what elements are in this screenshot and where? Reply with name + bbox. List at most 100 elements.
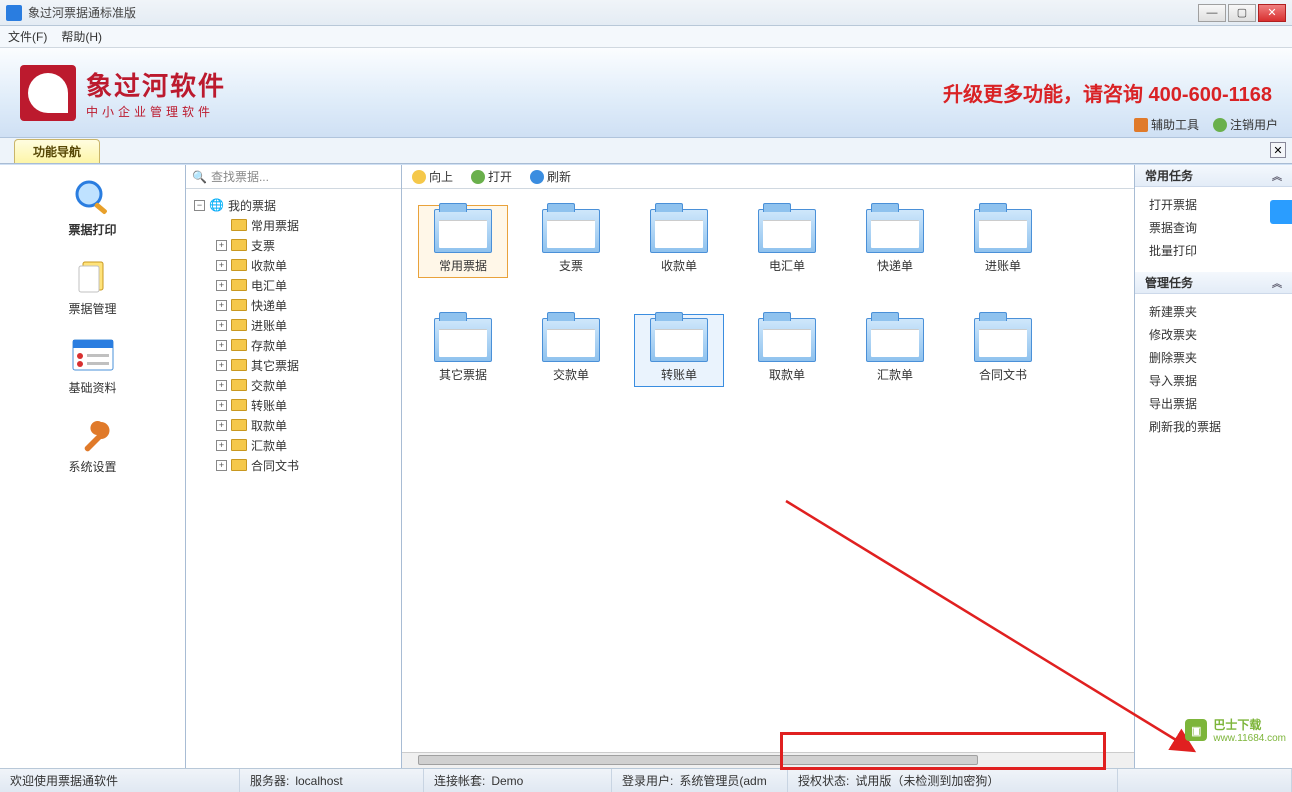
cmd-refresh[interactable]: 刷新 bbox=[530, 168, 571, 185]
tree-item[interactable]: +汇款单 bbox=[190, 435, 397, 455]
folder-item[interactable]: 合同文书 bbox=[958, 314, 1048, 387]
close-button[interactable]: ✕ bbox=[1258, 4, 1286, 22]
tree-item[interactable]: +取款单 bbox=[190, 415, 397, 435]
folder-item[interactable]: 常用票据 bbox=[418, 205, 508, 278]
wrench-icon bbox=[67, 414, 119, 454]
right-panel-item[interactable]: 删除票夹 bbox=[1135, 346, 1292, 369]
right-panel-item[interactable]: 导入票据 bbox=[1135, 369, 1292, 392]
right-panel-item[interactable]: 刷新我的票据 bbox=[1135, 415, 1292, 438]
folder-icon bbox=[231, 259, 247, 271]
right-panel-item[interactable]: 打开票据 bbox=[1135, 193, 1292, 216]
folder-icon bbox=[231, 339, 247, 351]
close-panel-button[interactable]: ✕ bbox=[1270, 142, 1286, 158]
up-icon bbox=[412, 170, 426, 184]
search-icon: 🔍 bbox=[192, 170, 207, 184]
folder-item[interactable]: 转账单 bbox=[634, 314, 724, 387]
folder-icon bbox=[866, 209, 924, 253]
brand-name: 象过河软件 bbox=[86, 66, 226, 103]
cmd-open[interactable]: 打开 bbox=[471, 168, 512, 185]
folder-item[interactable]: 收款单 bbox=[634, 205, 724, 278]
folder-icon bbox=[231, 399, 247, 411]
folder-item[interactable]: 电汇单 bbox=[742, 205, 832, 278]
status-license: 授权状态:试用版（未检测到加密狗） bbox=[788, 769, 1118, 792]
tree-item[interactable]: 常用票据 bbox=[190, 215, 397, 235]
left-nav-manage[interactable]: 票据管理 bbox=[0, 256, 185, 317]
right-panel-item[interactable]: 修改票夹 bbox=[1135, 323, 1292, 346]
tree-item[interactable]: +收款单 bbox=[190, 255, 397, 275]
folder-icon bbox=[758, 209, 816, 253]
folder-icon bbox=[231, 239, 247, 251]
folder-icon bbox=[231, 379, 247, 391]
minimize-button[interactable]: — bbox=[1198, 4, 1226, 22]
folder-item[interactable]: 取款单 bbox=[742, 314, 832, 387]
tree-item[interactable]: +存款单 bbox=[190, 335, 397, 355]
tree-item[interactable]: +合同文书 bbox=[190, 455, 397, 475]
cmd-up[interactable]: 向上 bbox=[412, 168, 453, 185]
folder-icon bbox=[231, 219, 247, 231]
right-panel-item[interactable]: 批量打印 bbox=[1135, 239, 1292, 262]
tree-item[interactable]: +进账单 bbox=[190, 315, 397, 335]
folder-icon bbox=[434, 209, 492, 253]
title-bar: 象过河票据通标准版 — ▢ ✕ bbox=[0, 0, 1292, 26]
tree-item[interactable]: +转账单 bbox=[190, 395, 397, 415]
folder-icon bbox=[231, 359, 247, 371]
folder-icon bbox=[231, 279, 247, 291]
chevron-up-icon: ︽ bbox=[1272, 168, 1282, 183]
tree-item[interactable]: +支票 bbox=[190, 235, 397, 255]
tree-item[interactable]: +交款单 bbox=[190, 375, 397, 395]
left-nav-base[interactable]: 基础资料 bbox=[0, 335, 185, 396]
nav-tab-active[interactable]: 功能导航 bbox=[14, 139, 100, 163]
folder-icon bbox=[974, 209, 1032, 253]
main-panel: 向上 打开 刷新 常用票据 支票 收款单 电汇单 快递单 进账单 其它票据 交款… bbox=[402, 165, 1134, 768]
right-panel-item[interactable]: 新建票夹 bbox=[1135, 300, 1292, 323]
tree-root[interactable]: − 🌐 我的票据 bbox=[190, 195, 397, 215]
nav-tab-row: 功能导航 ✕ bbox=[0, 138, 1292, 164]
folder-icon bbox=[231, 299, 247, 311]
left-nav: 票据打印 票据管理 基础资料 系统设置 bbox=[0, 165, 186, 768]
assist-tool-link[interactable]: 辅助工具 bbox=[1134, 116, 1199, 133]
right-panel-header-common[interactable]: 常用任务︽ bbox=[1135, 165, 1292, 187]
maximize-button[interactable]: ▢ bbox=[1228, 4, 1256, 22]
brand-promo: 升级更多功能，请咨询 400-600-1168 bbox=[943, 78, 1272, 107]
folder-icon bbox=[231, 419, 247, 431]
folder-item[interactable]: 交款单 bbox=[526, 314, 616, 387]
wrench-icon bbox=[1134, 118, 1148, 132]
folder-item[interactable]: 支票 bbox=[526, 205, 616, 278]
brand-subtitle: 中小企业管理软件 bbox=[86, 103, 226, 120]
folder-icon bbox=[542, 209, 600, 253]
folder-item[interactable]: 快递单 bbox=[850, 205, 940, 278]
logout-link[interactable]: 注销用户 bbox=[1213, 116, 1278, 133]
tree-toggle-icon[interactable]: − bbox=[194, 200, 205, 211]
watermark-icon: ▣ bbox=[1185, 719, 1207, 741]
search-placeholder: 查找票据... bbox=[211, 168, 269, 185]
left-nav-print[interactable]: 票据打印 bbox=[0, 177, 185, 238]
refresh-icon bbox=[530, 170, 544, 184]
horizontal-scrollbar[interactable] bbox=[402, 752, 1134, 768]
folder-item[interactable]: 其它票据 bbox=[418, 314, 508, 387]
folder-item[interactable]: 汇款单 bbox=[850, 314, 940, 387]
right-panel-item[interactable]: 票据查询 bbox=[1135, 216, 1292, 239]
brand-logo-icon bbox=[20, 65, 76, 121]
checklist-icon bbox=[67, 335, 119, 375]
tree: − 🌐 我的票据 常用票据 +支票 +收款单 +电汇单 +快递单 +进账单 +存… bbox=[186, 189, 401, 768]
tree-item[interactable]: +电汇单 bbox=[190, 275, 397, 295]
folder-icon bbox=[231, 439, 247, 451]
menu-help[interactable]: 帮助(H) bbox=[61, 28, 102, 45]
left-nav-settings[interactable]: 系统设置 bbox=[0, 414, 185, 475]
chevron-up-icon: ︽ bbox=[1272, 275, 1282, 290]
tree-item[interactable]: +快递单 bbox=[190, 295, 397, 315]
folder-icon bbox=[650, 318, 708, 362]
tree-panel: 🔍 查找票据... − 🌐 我的票据 常用票据 +支票 +收款单 +电汇单 +快… bbox=[186, 165, 402, 768]
folder-area: 常用票据 支票 收款单 电汇单 快递单 进账单 其它票据 交款单 转账单 取款单… bbox=[402, 189, 1134, 768]
window-title: 象过河票据通标准版 bbox=[28, 4, 136, 21]
tree-item[interactable]: +其它票据 bbox=[190, 355, 397, 375]
menu-file[interactable]: 文件(F) bbox=[8, 28, 47, 45]
folder-icon bbox=[974, 318, 1032, 362]
search-row[interactable]: 🔍 查找票据... bbox=[186, 165, 401, 189]
right-panel-header-manage[interactable]: 管理任务︽ bbox=[1135, 272, 1292, 294]
status-server: 服务器:localhost bbox=[240, 769, 424, 792]
folder-icon bbox=[434, 318, 492, 362]
folder-icon bbox=[542, 318, 600, 362]
right-panel-item[interactable]: 导出票据 bbox=[1135, 392, 1292, 415]
folder-item[interactable]: 进账单 bbox=[958, 205, 1048, 278]
